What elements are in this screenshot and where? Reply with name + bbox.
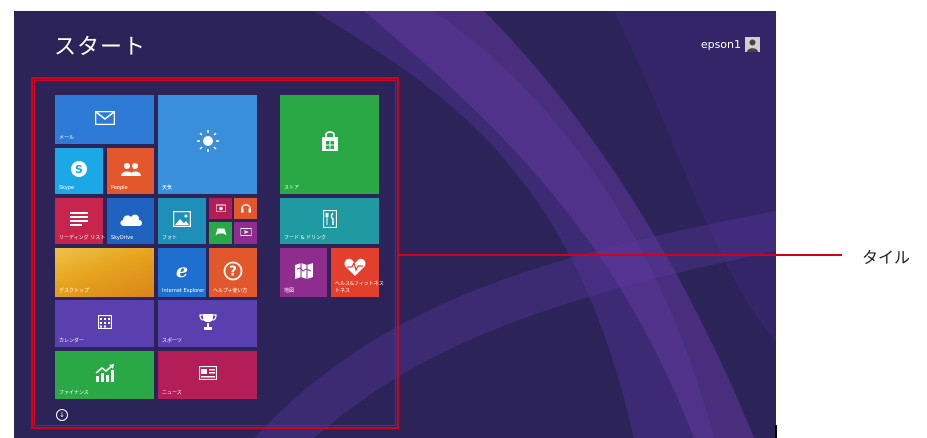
start-title: スタート xyxy=(54,35,147,60)
tile-highlight-frame-inner xyxy=(34,80,396,426)
user-avatar-icon xyxy=(745,37,760,52)
callout-label: タイル xyxy=(862,248,911,267)
callout-line xyxy=(399,254,842,256)
username: epson1 xyxy=(700,38,741,51)
user-account[interactable]: epson1 xyxy=(701,37,760,52)
edge-mark xyxy=(775,425,777,438)
